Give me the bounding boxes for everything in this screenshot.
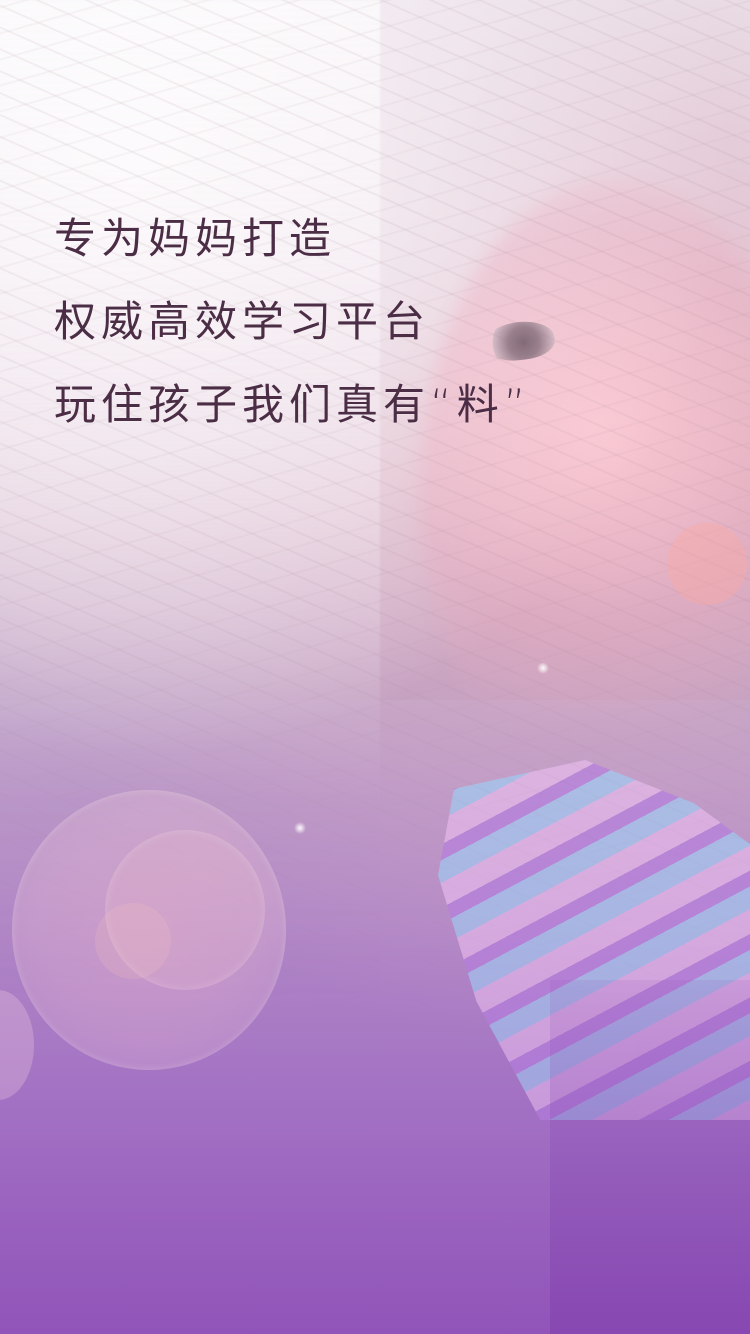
sparkle-icon bbox=[294, 822, 306, 834]
splash-screen: 专为妈妈打造 权威高效学习平台 玩住孩子我们真有“料” bbox=[0, 0, 750, 1334]
splash-headline: 专为妈妈打造 权威高效学习平台 玩住孩子我们真有“料” bbox=[54, 197, 531, 446]
headline-line-2: 权威高效学习平台 bbox=[54, 297, 431, 346]
sparkle-icon bbox=[537, 662, 549, 674]
headline-line-1: 专为妈妈打造 bbox=[54, 214, 337, 263]
headline-line-3: 玩住孩子我们真有“料” bbox=[54, 380, 531, 429]
